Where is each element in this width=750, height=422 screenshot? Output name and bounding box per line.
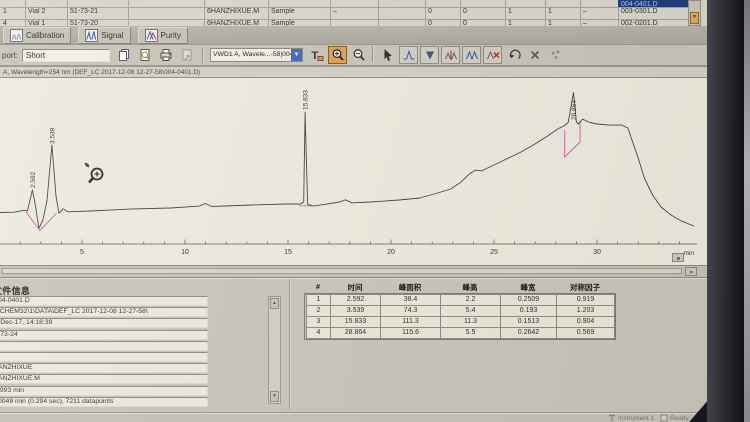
undo-icon[interactable] (504, 46, 523, 64)
chromatogram-tools: T (307, 46, 565, 64)
more-icon[interactable] (546, 46, 565, 64)
file-info-row: 04-0401.D (0, 296, 208, 306)
tab-label: Calibration (26, 30, 65, 40)
scrollbar-track[interactable] (2, 268, 682, 274)
sequence-scrollbar[interactable]: ▼ (688, 0, 701, 26)
peak-table-cell: 115.6 (380, 327, 441, 339)
peak-table-cell: 0.569 (556, 327, 615, 339)
tab-label: Purity (160, 30, 181, 40)
peak-table-header: 对称因子 (570, 283, 600, 292)
zoom-in-icon[interactable] (328, 46, 348, 64)
toolbar-separator (202, 47, 205, 63)
peak-label: 15.833 (303, 90, 310, 110)
scroll-down-icon[interactable]: ▼ (690, 12, 699, 24)
instrument-label: Instrument 1 (618, 414, 655, 422)
file-info-row (0, 340, 208, 351)
instrument-icon (609, 414, 615, 421)
peak-table-header: 峰高 (462, 283, 478, 292)
peak-table-header: 时间 (347, 283, 363, 292)
tab-label: Signal (101, 30, 124, 40)
split-peak-icon[interactable] (441, 46, 461, 64)
peak-table-cell: 5.5 (440, 327, 501, 339)
tab-purity[interactable]: Purity (137, 26, 188, 44)
peak-table-header: # (315, 282, 321, 291)
svg-text:T: T (311, 50, 318, 62)
mode-tab-bar: Calibration Signal Purity (0, 26, 707, 45)
print-icon[interactable] (156, 46, 175, 64)
scroll-up-icon[interactable]: ▲ (270, 298, 279, 309)
axis-unit-label: min (684, 250, 695, 257)
peak-label: 2.592 (30, 171, 37, 188)
panel-divider (289, 279, 291, 410)
delete-peak-icon[interactable] (483, 46, 503, 64)
file-info-row: -Dec-17, 14:18:39 (0, 318, 208, 329)
report-style-input[interactable]: Short (22, 48, 111, 62)
toolbar-separator (372, 46, 375, 62)
calibration-icon (10, 28, 23, 42)
peak-table-cell: 4 (306, 327, 331, 339)
annotate-icon[interactable]: T (307, 46, 326, 64)
file-info-row (0, 352, 208, 362)
file-info-row: \CHEM32\1\DATA\DEF_LC 2017-12-08 12-27-5… (0, 307, 208, 318)
peak-end-icon[interactable] (420, 46, 440, 64)
file-info-row: ANZHIXUE (0, 363, 208, 374)
zoom-out-icon[interactable] (349, 46, 368, 64)
axis-tick-label: 10 (181, 249, 189, 256)
sequence-table: 004-0401.D 1 Vial 2 51-73-21 6HANZHIXUE.M Sam… (0, 0, 707, 27)
file-info-scrollbar[interactable]: ▲ ▼ (268, 296, 281, 404)
report-label: port: (2, 50, 19, 60)
axis-tick-label: 30 (593, 249, 601, 256)
signal-selector-value: VWD1 A, Wavele...-58|004-0401.D) (213, 51, 291, 58)
scroll-down-icon[interactable]: ▼ (270, 391, 279, 402)
background-edge (744, 0, 750, 422)
peak-label: 3.539 (49, 127, 56, 144)
status-icon (660, 414, 668, 422)
instrument-status: Instrument 1 (608, 414, 654, 422)
purity-icon (144, 28, 158, 42)
plot-corner-button[interactable] (672, 253, 684, 262)
copy-icon[interactable] (114, 46, 133, 64)
peak-table-header: 峰面积 (398, 283, 422, 292)
pointer-icon[interactable] (378, 46, 397, 64)
integration-mark (25, 211, 57, 232)
peak-table-header: 峰宽 (520, 283, 536, 292)
axis-tick-label: 5 (80, 249, 84, 256)
chromatogram-svg: 5 10 15 20 25 30 min 2.592 3.539 15.833 28.864 (0, 90, 697, 257)
screen: 004-0401.D 1 Vial 2 51-73-21 6HANZHIXUE.M Sam… (0, 0, 750, 422)
monitor-bezel (707, 0, 744, 422)
chevron-down-icon[interactable]: ▼ (291, 49, 303, 61)
ready-status: Ready (660, 414, 689, 422)
file-info-row: -73-24 (0, 329, 208, 340)
export-icon[interactable] (177, 46, 196, 64)
file-info-row: ANZHIXUE.M (0, 374, 208, 385)
peak-label: 28.864 (571, 100, 578, 120)
report-toolbar: port: Short VWD1 A, Wavele...-58|004-040… (0, 45, 707, 66)
zoom-cursor-icon (84, 162, 104, 184)
axis-tick-label: 25 (490, 249, 498, 256)
document-buttons (114, 46, 196, 64)
scrollbar-right-button[interactable] (685, 267, 697, 276)
file-info-row: .993 min (0, 385, 208, 396)
chromatogram-title: A, Wavelength=254 nm (DEF_LC 2017-12-08 … (0, 66, 707, 78)
chromatogram-curve (0, 92, 694, 229)
file-info-row: 0049 min (0.294 sec), 7211 datapoints (0, 396, 208, 407)
tab-signal[interactable]: Signal (78, 26, 131, 44)
manual-peak-icon[interactable] (462, 46, 482, 64)
ready-label: Ready (670, 414, 689, 422)
signal-selector[interactable]: VWD1 A, Wavele...-58|004-0401.D) ▼ (210, 48, 304, 62)
axis-tick-label: 20 (387, 249, 395, 256)
delete-icon[interactable] (525, 46, 544, 64)
status-bar: Instrument 1 Ready (0, 412, 750, 422)
peak-table-cell: 28.864 (330, 327, 381, 339)
print-preview-icon[interactable] (135, 46, 154, 64)
signal-icon (85, 28, 99, 42)
integration-mark (564, 121, 581, 159)
chromatogram-plot[interactable]: 5 10 15 20 25 30 min 2.592 3.539 15.833 28.864 (0, 78, 707, 266)
axis-tick-label: 15 (284, 249, 292, 256)
peak-table-cell: 0.2642 (500, 327, 557, 339)
tab-calibration[interactable]: Calibration (3, 26, 72, 44)
peak-start-icon[interactable] (399, 46, 419, 64)
